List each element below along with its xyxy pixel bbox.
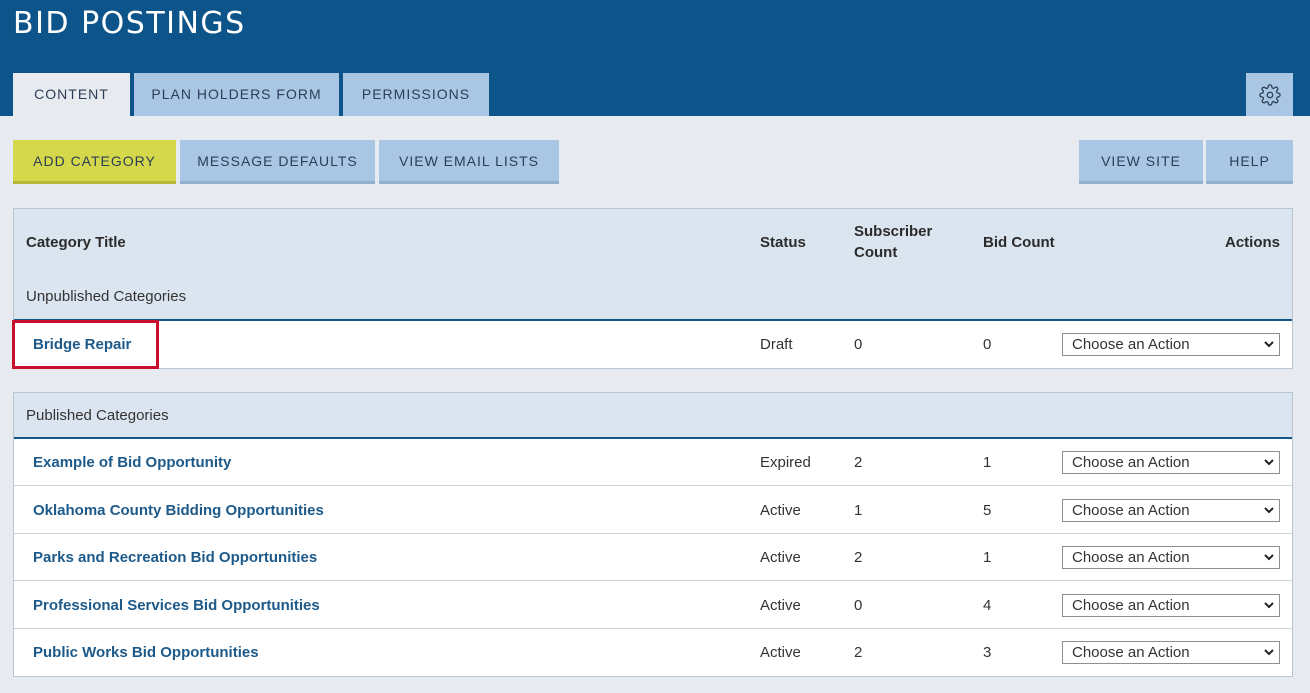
action-select[interactable]: Choose an Action [1062,499,1280,522]
subscriber-count-cell: 0 [854,597,863,614]
help-button[interactable]: HELP [1206,140,1293,184]
bid-count-cell: 0 [983,336,992,353]
chevron-down-icon [1264,459,1274,466]
column-header-actions: Actions [1224,234,1280,251]
action-select[interactable]: Choose an Action [1062,546,1280,569]
subscriber-count-cell: 2 [854,644,863,661]
unpublished-section-label: Unpublished Categories [26,288,187,305]
message-defaults-button[interactable]: MESSAGE DEFAULTS [180,140,375,184]
table-row: Professional Services Bid Opportunities … [14,582,1292,629]
chevron-down-icon [1264,341,1274,348]
column-header-status: Status [760,234,806,251]
view-email-lists-button[interactable]: VIEW EMAIL LISTS [379,140,559,184]
published-categories-panel: Published Categories Example of Bid Oppo… [13,392,1293,677]
page-title: BID POSTINGS [13,6,246,41]
published-section-label: Published Categories [26,407,169,424]
chevron-down-icon [1264,649,1274,656]
column-header-subscriber-count: Subscriber Count [854,223,933,261]
tab-content[interactable]: CONTENT [13,73,130,116]
action-select[interactable]: Choose an Action [1062,333,1280,356]
category-link[interactable]: Parks and Recreation Bid Opportunities [33,534,317,581]
chevron-down-icon [1264,554,1274,561]
table-header: Category Title Status Subscriber Count B… [14,209,1292,321]
subscriber-count-cell: 2 [854,549,863,566]
bid-count-cell: 1 [983,549,992,566]
action-select[interactable]: Choose an Action [1062,641,1280,664]
table-row: Oklahoma County Bidding Opportunities Ac… [14,487,1292,534]
subscriber-count-cell: 2 [854,454,863,471]
action-select[interactable]: Choose an Action [1062,451,1280,474]
unpublished-categories-panel: Category Title Status Subscriber Count B… [12,208,1293,369]
status-cell: Expired [760,454,811,471]
category-link[interactable]: Professional Services Bid Opportunities [33,582,320,629]
tab-plan-holders-form[interactable]: PLAN HOLDERS FORM [134,73,339,116]
view-site-button[interactable]: VIEW SITE [1079,140,1203,184]
category-link[interactable]: Bridge Repair [33,321,131,368]
table-row: Parks and Recreation Bid Opportunities A… [14,534,1292,581]
status-cell: Active [760,597,801,614]
action-select[interactable]: Choose an Action [1062,594,1280,617]
bid-count-cell: 4 [983,597,992,614]
category-link[interactable]: Example of Bid Opportunity [33,439,231,486]
subscriber-count-cell: 1 [854,502,863,519]
category-link[interactable]: Oklahoma County Bidding Opportunities [33,487,324,534]
status-cell: Active [760,502,801,519]
subscriber-count-cell: 0 [854,336,863,353]
add-category-button[interactable]: ADD CATEGORY [13,140,176,184]
category-link[interactable]: Public Works Bid Opportunities [33,629,259,676]
bid-count-cell: 1 [983,454,992,471]
chevron-down-icon [1264,602,1274,609]
table-row: Bridge Repair Draft 0 0 Choose an Action [12,320,1292,369]
gear-icon [1258,83,1281,106]
table-row: Example of Bid Opportunity Expired 2 1 C… [14,439,1292,486]
status-cell: Draft [760,336,793,353]
bid-count-cell: 3 [983,644,992,661]
bid-count-cell: 5 [983,502,992,519]
table-row: Public Works Bid Opportunities Active 2 … [14,629,1292,676]
chevron-down-icon [1264,507,1274,514]
status-cell: Active [760,644,801,661]
tab-permissions[interactable]: PERMISSIONS [343,73,489,116]
published-section-header: Published Categories [14,393,1292,439]
settings-button[interactable] [1246,73,1293,116]
app-header: BID POSTINGS CONTENT PLAN HOLDERS FORM P… [0,0,1310,116]
column-header-category-title: Category Title [26,234,126,251]
column-header-bid-count: Bid Count [983,234,1055,251]
status-cell: Active [760,549,801,566]
